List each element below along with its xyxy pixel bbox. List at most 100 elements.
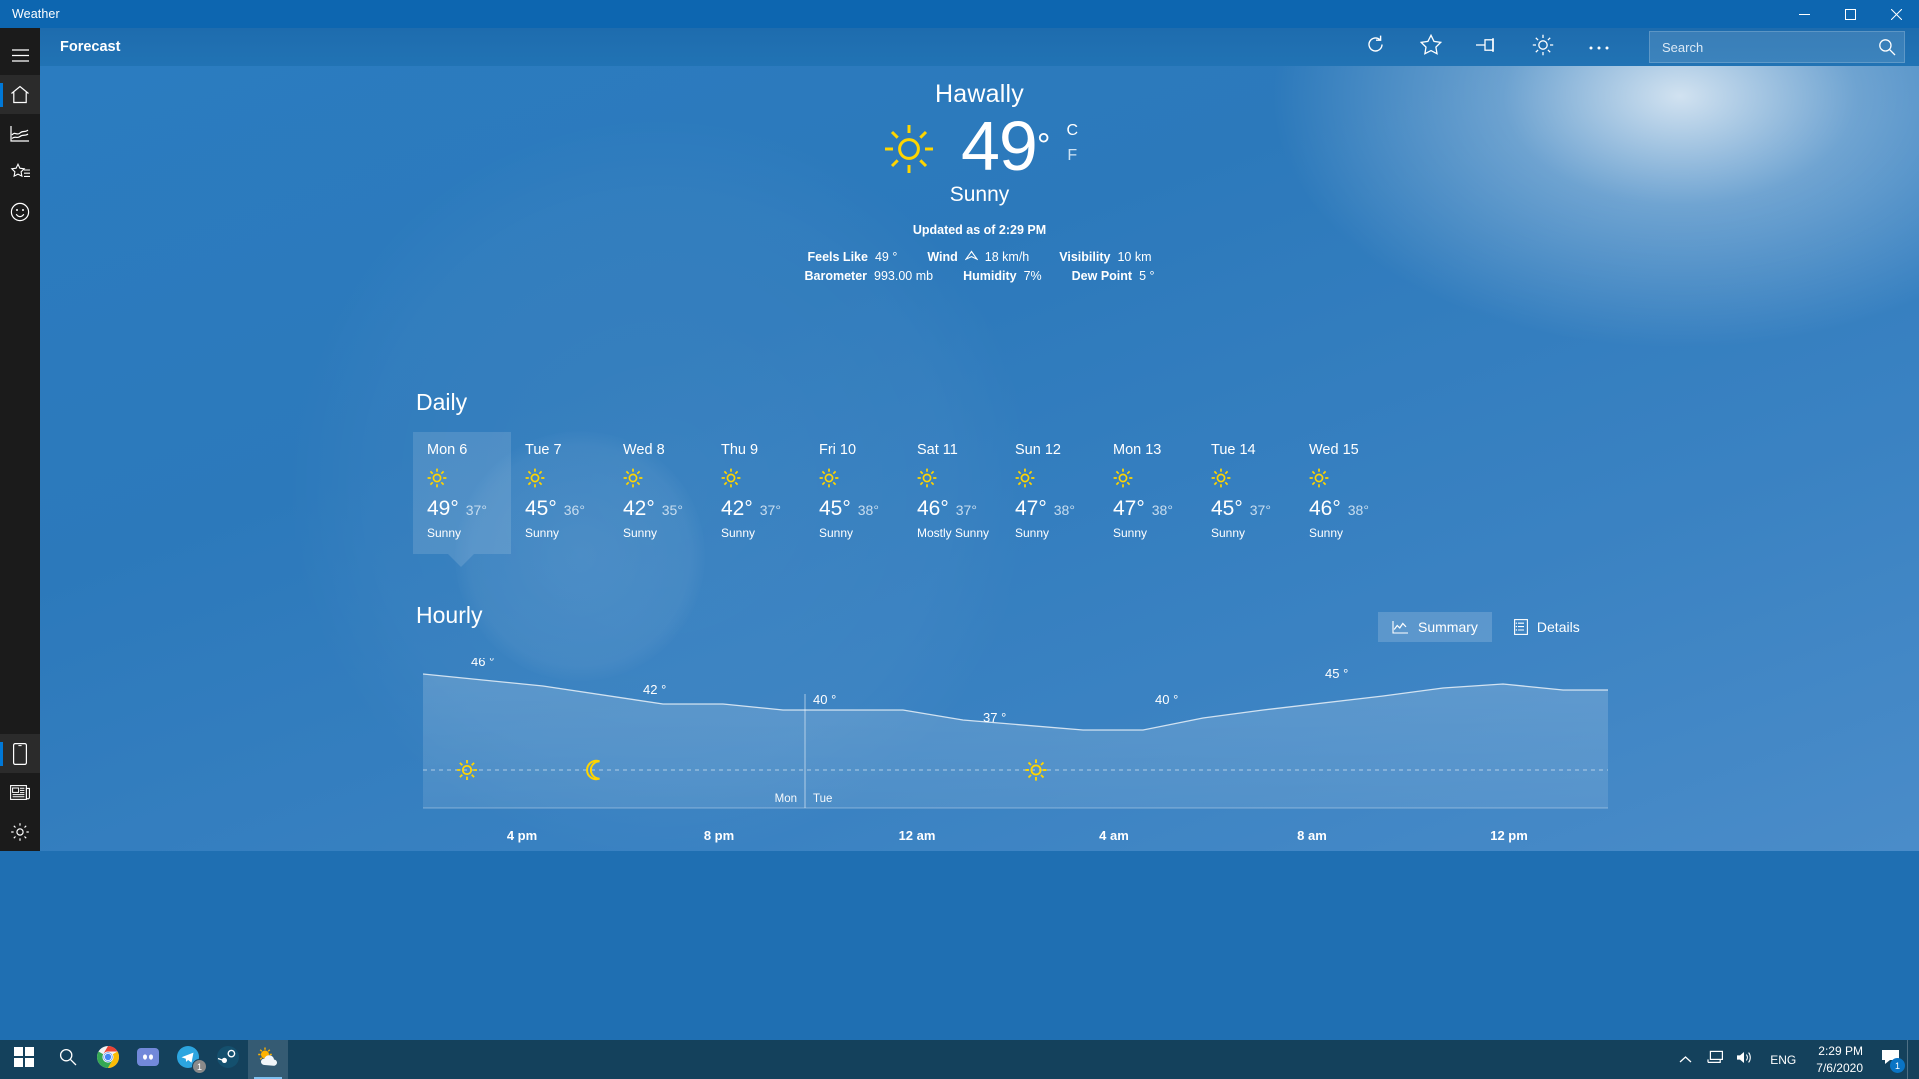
daily-card-day: Fri 10 bbox=[819, 442, 857, 458]
chart-point-label: 40 ° bbox=[1155, 692, 1178, 707]
sidebar-item-news[interactable] bbox=[0, 773, 40, 812]
daily-card-high: 45° bbox=[819, 497, 851, 520]
daily-card-day: Thu 9 bbox=[721, 442, 759, 458]
hourly-chart-x-axis: 4 pm 8 pm 12 am 4 am 8 am 12 pm bbox=[423, 828, 1608, 846]
stat-value: 7% bbox=[1023, 269, 1042, 283]
ellipsis-icon bbox=[1588, 38, 1610, 56]
chart-x-tick: 4 am bbox=[1099, 828, 1129, 843]
tray-volume-button[interactable] bbox=[1730, 1040, 1760, 1079]
daily-card-high: 46° bbox=[917, 497, 949, 520]
taskbar-app-steam[interactable] bbox=[208, 1040, 248, 1079]
details-tab[interactable]: Details bbox=[1500, 612, 1594, 642]
stat-label: Humidity bbox=[963, 269, 1017, 283]
sidebar-item-forecast[interactable] bbox=[0, 114, 40, 153]
stat-value: 18 km/h bbox=[984, 250, 1030, 264]
daily-card-low: 38° bbox=[857, 502, 879, 518]
stat-feels-like: Feels Like 49 ° bbox=[808, 250, 898, 264]
tray-chevron-button[interactable] bbox=[1670, 1040, 1700, 1079]
star-icon bbox=[1419, 33, 1443, 60]
daily-card[interactable]: Wed 8 42° 35° Sunny bbox=[609, 432, 707, 554]
chart-point-label: 42 ° bbox=[643, 682, 666, 697]
daily-card-day: Wed 15 bbox=[1309, 442, 1359, 458]
sidebar-item-send-feedback[interactable] bbox=[0, 192, 40, 231]
daily-card[interactable]: Sat 11 46° 37° Mostly Sunny bbox=[903, 432, 1001, 554]
smiley-icon bbox=[10, 202, 30, 222]
hamburger-menu-button[interactable] bbox=[0, 36, 40, 75]
pin-icon bbox=[1475, 36, 1499, 59]
daily-card[interactable]: Thu 9 42° 37° Sunny bbox=[707, 432, 805, 554]
daily-card-low: 38° bbox=[1053, 502, 1075, 518]
daily-card-condition: Sunny bbox=[721, 526, 756, 540]
close-button[interactable] bbox=[1873, 0, 1919, 28]
degree-symbol: ° bbox=[1036, 127, 1051, 165]
chart-icon bbox=[10, 125, 30, 143]
hourly-chart[interactable]: Mon Tue 46 ° 42 ° 40 ° 37 ° 40 ° 45 ° bbox=[423, 658, 1608, 823]
screen: Weather Forecast Search Hawally 49 ° C F… bbox=[0, 0, 1919, 1079]
stat-visibility: Visibility 10 km bbox=[1059, 250, 1151, 264]
sidebar-item-settings[interactable] bbox=[0, 812, 40, 851]
daily-card-condition: Mostly Sunny bbox=[917, 526, 990, 540]
chart-x-tick: 8 pm bbox=[703, 828, 735, 843]
theme-button[interactable] bbox=[1515, 28, 1571, 66]
phone-icon bbox=[13, 742, 27, 765]
maximize-button[interactable] bbox=[1827, 0, 1873, 28]
daily-card[interactable]: Tue 14 45° 37° Sunny bbox=[1197, 432, 1295, 554]
stat-value: 49 ° bbox=[874, 250, 898, 264]
sidebar-item-phone[interactable] bbox=[0, 734, 40, 773]
tray-time: 2:29 PM bbox=[1818, 1044, 1863, 1059]
current-temperature-row: 49 ° C F bbox=[40, 111, 1919, 181]
hourly-chart-svg: Mon Tue 46 ° 42 ° 40 ° 37 ° 40 ° 45 ° bbox=[423, 658, 1608, 809]
notification-badge: 1 bbox=[192, 1059, 207, 1074]
summary-tab[interactable]: Summary bbox=[1378, 612, 1492, 642]
taskbar-app-telegram[interactable]: 1 bbox=[168, 1040, 208, 1079]
search-box[interactable] bbox=[1649, 31, 1905, 63]
search-input[interactable] bbox=[1650, 39, 1870, 55]
daily-card-condition: Sunny bbox=[525, 526, 560, 540]
pin-button[interactable] bbox=[1459, 28, 1515, 66]
volume-icon bbox=[1736, 1050, 1754, 1070]
stat-value: 993.00 mb bbox=[874, 269, 934, 283]
unit-celsius[interactable]: C bbox=[1066, 119, 1078, 144]
tray-date: 7/6/2020 bbox=[1816, 1060, 1863, 1075]
daily-card-temps: 42° 37° bbox=[721, 497, 805, 521]
favorite-button[interactable] bbox=[1403, 28, 1459, 66]
search-icon[interactable] bbox=[1870, 38, 1904, 56]
location-name: Hawally bbox=[935, 80, 1024, 108]
tray-clock[interactable]: 2:29 PM 7/6/2020 bbox=[1806, 1043, 1873, 1075]
taskbar-app-chrome[interactable] bbox=[88, 1040, 128, 1079]
daily-card-day: Sun 12 bbox=[1015, 442, 1061, 458]
windows-start-icon bbox=[14, 1047, 34, 1072]
daily-card-condition: Sunny bbox=[623, 526, 658, 540]
daily-card-temps: 42° 35° bbox=[623, 497, 707, 521]
daily-card[interactable]: Tue 7 45° 36° Sunny bbox=[511, 432, 609, 554]
chart-point-label: 46 ° bbox=[471, 658, 494, 669]
daily-card[interactable]: Sun 12 47° 38° Sunny bbox=[1001, 432, 1099, 554]
sun-icon bbox=[720, 467, 742, 489]
daily-card[interactable]: Wed 15 46° 38° Sunny bbox=[1295, 432, 1393, 554]
daily-card-low: 38° bbox=[1151, 502, 1173, 518]
unit-fahrenheit[interactable]: F bbox=[1066, 144, 1078, 169]
start-button[interactable] bbox=[0, 1040, 48, 1079]
taskbar-app-weather[interactable] bbox=[248, 1040, 288, 1079]
sun-icon bbox=[524, 467, 546, 489]
taskbar-search-button[interactable] bbox=[48, 1040, 88, 1079]
sidebar-item-favorites[interactable] bbox=[0, 153, 40, 192]
tray-language[interactable]: ENG bbox=[1760, 1053, 1806, 1067]
tray-network-button[interactable] bbox=[1700, 1040, 1730, 1079]
unit-toggle[interactable]: C F bbox=[1066, 119, 1078, 169]
daily-card[interactable]: Mon 13 47° 38° Sunny bbox=[1099, 432, 1197, 554]
daily-card[interactable]: Mon 6 49° 37° Sunny bbox=[413, 432, 511, 567]
chart-x-tick: 8 am bbox=[1297, 828, 1327, 843]
sidebar-item-home[interactable] bbox=[0, 75, 40, 114]
show-desktop-button[interactable] bbox=[1907, 1040, 1915, 1079]
daily-card-high: 47° bbox=[1015, 497, 1047, 520]
minimize-button[interactable] bbox=[1781, 0, 1827, 28]
daily-card[interactable]: Fri 10 45° 38° Sunny bbox=[805, 432, 903, 554]
more-button[interactable] bbox=[1571, 28, 1627, 66]
stat-label: Barometer bbox=[804, 269, 868, 283]
daily-card-condition: Sunny bbox=[427, 526, 462, 540]
tray-notifications-button[interactable]: 1 bbox=[1873, 1040, 1907, 1079]
refresh-button[interactable] bbox=[1347, 28, 1403, 66]
daily-card-temps: 47° 38° bbox=[1113, 497, 1197, 521]
taskbar-app-discord[interactable] bbox=[128, 1040, 168, 1079]
